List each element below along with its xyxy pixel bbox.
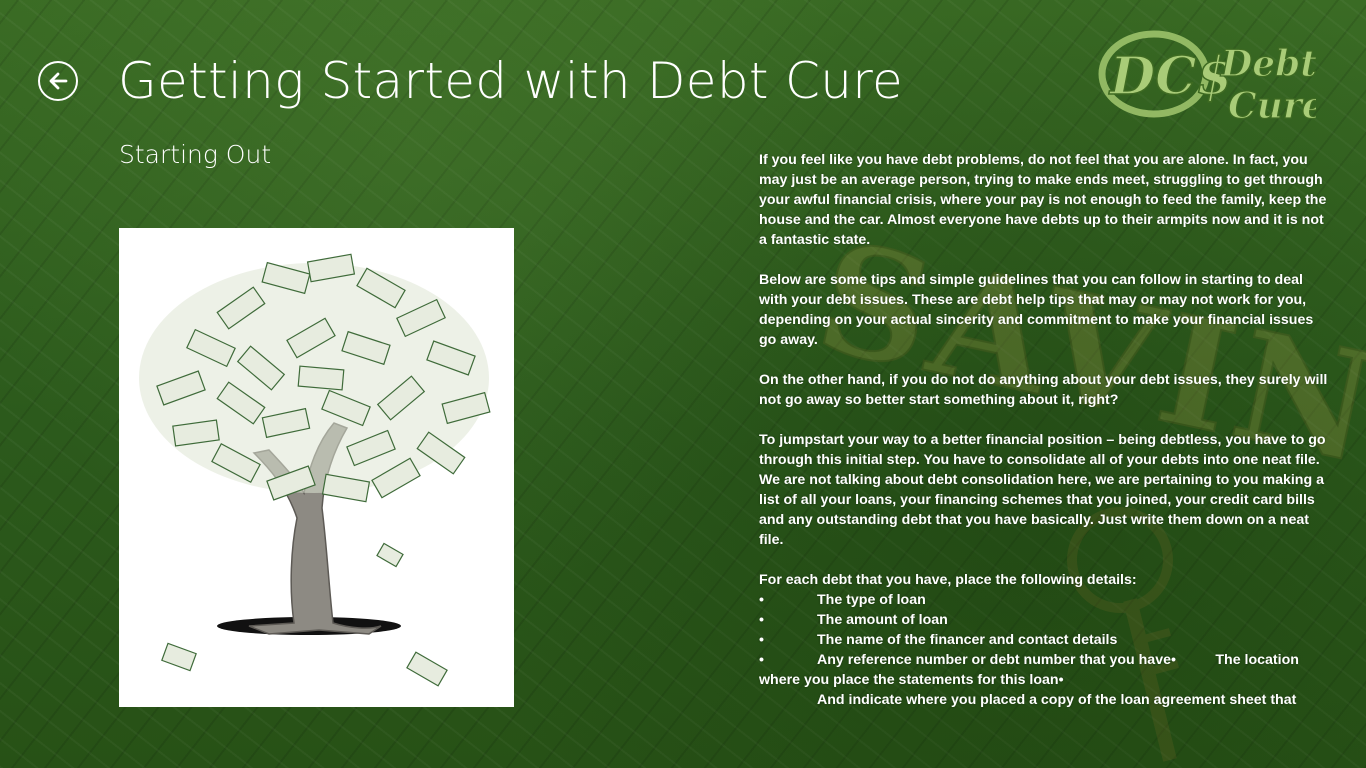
list-item: • The amount of loan (759, 610, 1329, 630)
article-body: If you feel like you have debt problems,… (759, 150, 1329, 710)
list-item: And indicate where you placed a copy of … (759, 690, 1329, 710)
article-paragraph: On the other hand, if you do not do anyt… (759, 372, 1328, 408)
bullet: • (759, 612, 764, 628)
back-arrow-icon (49, 72, 68, 90)
page-title: Getting Started with Debt Cure (118, 52, 904, 110)
article-paragraph: Below are some tips and simple guideline… (759, 272, 1314, 348)
bullet: • (759, 632, 764, 648)
logo-word-debt: Debt (1220, 43, 1316, 85)
article-paragraph: If you feel like you have debt problems,… (759, 152, 1327, 248)
bullet: • (759, 592, 764, 608)
debt-cure-logo: DC$ Debt Cure (1096, 24, 1325, 134)
list-item-text: Any reference number or debt number that… (759, 652, 1303, 688)
list-intro: For each debt that you have, place the f… (759, 572, 1137, 588)
bullet: • (759, 652, 764, 668)
logo-word-cure: Cure (1228, 85, 1316, 127)
list-item: • Any reference number or debt number tha… (759, 650, 1329, 690)
money-tree-image (119, 228, 514, 707)
article-paragraph: To jumpstart your way to a better financ… (759, 432, 1326, 548)
list-item: • The name of the financer and contact de… (759, 630, 1329, 650)
list-item-text: The type of loan (817, 592, 926, 608)
section-title: Starting Out (119, 140, 272, 169)
logo-monogram: DC$ (1108, 46, 1233, 107)
list-item-text: The amount of loan (817, 612, 948, 628)
list-item-text: The name of the financer and contact det… (817, 632, 1118, 648)
back-button[interactable] (38, 61, 78, 101)
list-item: • The type of loan (759, 590, 1329, 610)
list-item-text: And indicate where you placed a copy of … (817, 692, 1297, 708)
details-list: For each debt that you have, place the f… (759, 570, 1329, 710)
